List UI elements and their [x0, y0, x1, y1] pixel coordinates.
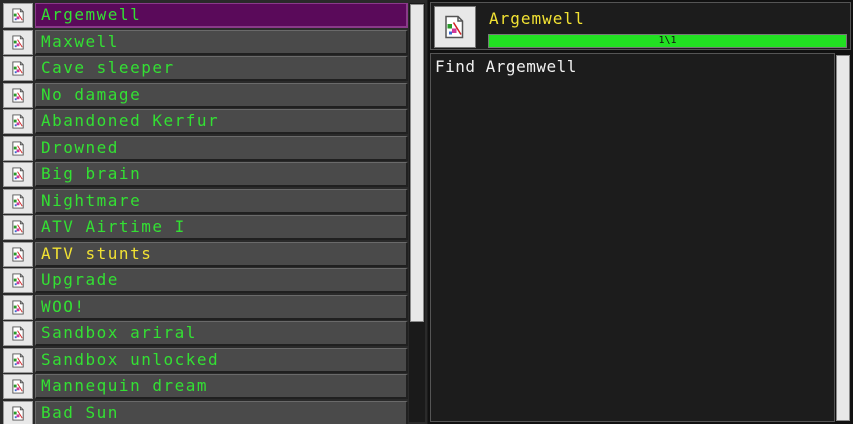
achievement-row[interactable]: Nightmare	[3, 188, 408, 216]
broken-image-icon	[3, 268, 33, 293]
achievement-row[interactable]: Argemwell	[3, 3, 408, 30]
achievement-row[interactable]: Cave sleeper	[3, 56, 408, 83]
achievement-row[interactable]: Abandoned Kerfur	[3, 109, 408, 136]
broken-image-icon	[3, 374, 33, 399]
achievement-row[interactable]: ATV stunts	[3, 241, 408, 269]
achievement-label: Cave sleeper	[35, 56, 408, 81]
achievement-label: Upgrade	[35, 268, 408, 293]
achievement-row[interactable]: Mannequin dream	[3, 374, 408, 401]
achievement-label: Argemwell	[35, 3, 408, 28]
broken-image-icon	[3, 188, 33, 214]
achievement-label: Sandbox ariral	[35, 321, 408, 346]
achievement-label: Big brain	[35, 162, 408, 187]
broken-image-icon	[3, 109, 33, 134]
achievement-list-panel: Argemwell Maxwell Cave sleeper No damage Aba…	[0, 0, 427, 424]
achievement-label: Abandoned Kerfur	[35, 109, 408, 134]
broken-image-icon	[434, 6, 476, 48]
achievement-row[interactable]: Maxwell	[3, 29, 408, 57]
achievement-label: WOO!	[35, 294, 408, 320]
broken-image-icon	[3, 82, 33, 108]
description-scrollbar[interactable]	[836, 55, 850, 421]
achievement-row[interactable]: No damage	[3, 82, 408, 110]
achievement-row[interactable]: Drowned	[3, 135, 408, 163]
broken-image-icon	[3, 400, 33, 424]
broken-image-icon	[3, 347, 33, 373]
broken-image-icon	[3, 135, 33, 161]
achievement-row[interactable]: Sandbox unlocked	[3, 347, 408, 375]
broken-image-icon	[3, 294, 33, 320]
list-scrollbar[interactable]	[409, 3, 425, 422]
detail-description-box: Find Argemwell	[430, 53, 835, 422]
broken-image-icon	[3, 56, 33, 81]
achievement-row[interactable]: ATV Airtime I	[3, 215, 408, 242]
detail-header: Argemwell 1\1	[430, 2, 851, 50]
broken-image-icon	[3, 321, 33, 346]
achievement-label: Mannequin dream	[35, 374, 408, 399]
achievement-label: ATV Airtime I	[35, 215, 408, 240]
broken-image-icon	[3, 215, 33, 240]
broken-image-icon	[3, 162, 33, 187]
broken-image-icon	[3, 29, 33, 55]
achievement-row[interactable]: Upgrade	[3, 268, 408, 295]
broken-image-icon	[3, 3, 33, 28]
achievement-label: Drowned	[35, 135, 408, 161]
achievement-row[interactable]: WOO!	[3, 294, 408, 322]
achievement-label: No damage	[35, 82, 408, 108]
achievement-detail-panel: Argemwell 1\1 Find Argemwell	[428, 0, 853, 424]
achievement-list: Argemwell Maxwell Cave sleeper No damage Aba…	[3, 3, 408, 424]
achievement-progress-bar: 1\1	[488, 34, 847, 48]
achievement-label: Sandbox unlocked	[35, 347, 408, 373]
list-scroll-thumb[interactable]	[410, 4, 424, 322]
achievement-label: ATV stunts	[35, 241, 408, 267]
achievement-label: Maxwell	[35, 29, 408, 55]
broken-image-icon	[3, 241, 33, 267]
achievement-row[interactable]: Sandbox ariral	[3, 321, 408, 348]
achievement-row[interactable]: Big brain	[3, 162, 408, 189]
detail-description: Find Argemwell	[435, 57, 577, 76]
achievement-label: Bad Sun	[35, 400, 408, 424]
achievement-row[interactable]: Bad Sun	[3, 400, 408, 424]
progress-text: 1\1	[658, 35, 677, 46]
detail-title: Argemwell	[489, 9, 585, 28]
achievement-label: Nightmare	[35, 188, 408, 214]
